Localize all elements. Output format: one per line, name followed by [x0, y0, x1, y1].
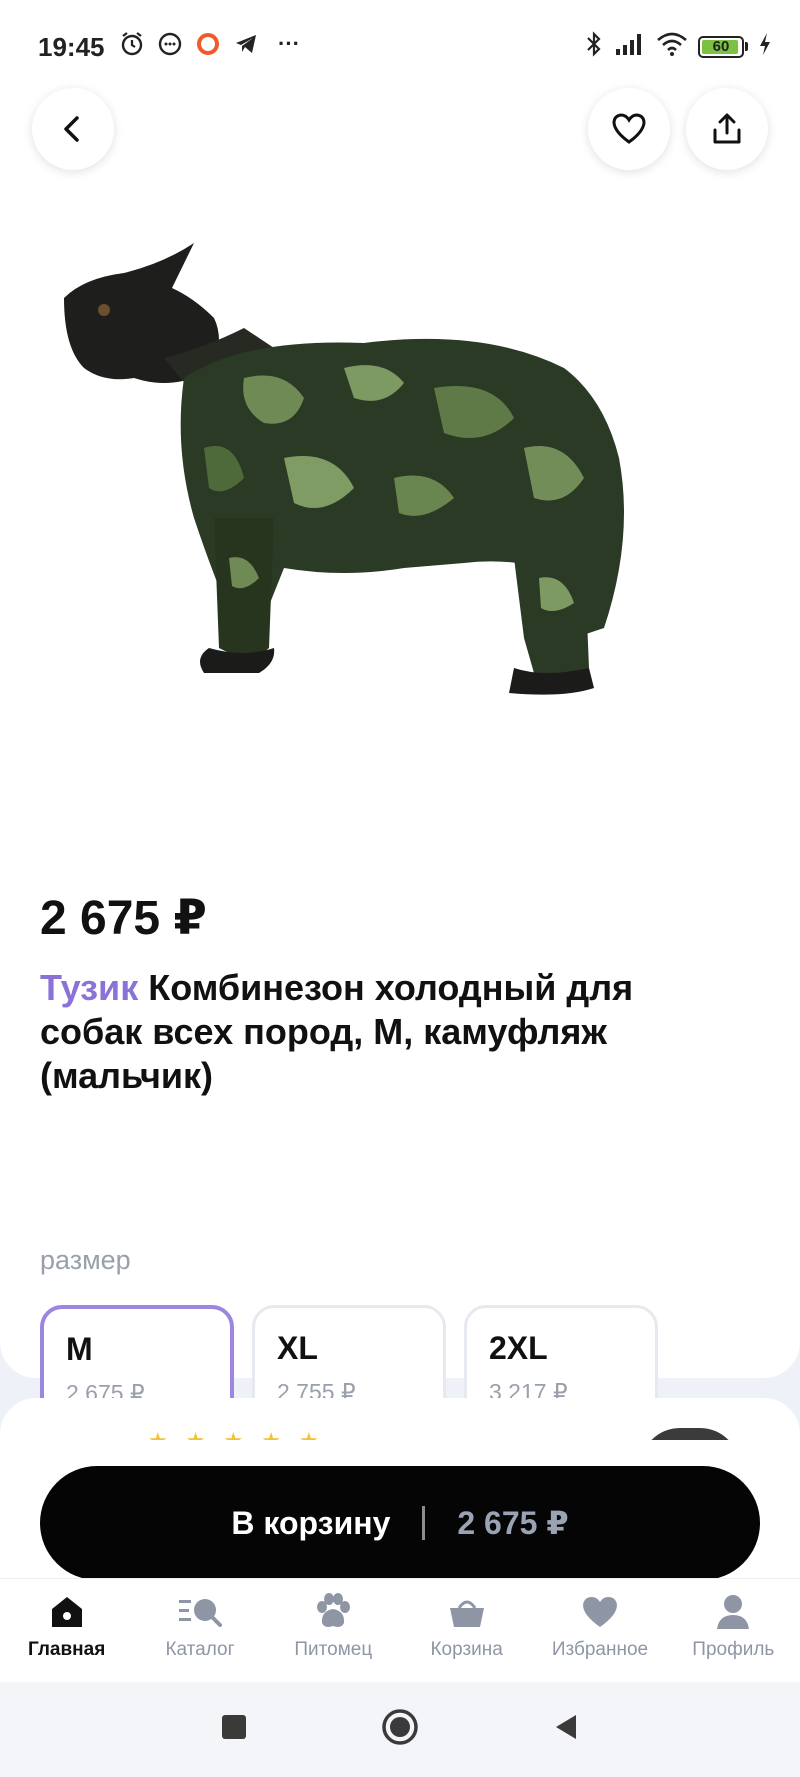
- nav-label: Корзина: [430, 1639, 503, 1660]
- signal-icon: [614, 31, 646, 62]
- nav-label: Каталог: [165, 1639, 235, 1660]
- add-to-cart-bar: В корзину 2 675 ₽: [0, 1440, 800, 1580]
- paw-icon: [313, 1589, 353, 1635]
- alarm-icon: [118, 30, 146, 58]
- square-icon: [222, 1715, 246, 1739]
- home-icon: [49, 1589, 85, 1635]
- nav-label: Избранное: [551, 1639, 649, 1660]
- size-name: M: [66, 1331, 93, 1367]
- wifi-icon: [656, 31, 688, 62]
- ring-icon: [194, 30, 222, 58]
- app-screen: 19:45 ··· 60 2 675 ₽ Тузик Комбинезон хо…: [0, 0, 800, 1777]
- battery-icon: 60: [698, 35, 748, 58]
- product-image[interactable]: [44, 218, 756, 828]
- add-to-cart-label: В корзину: [231, 1504, 391, 1541]
- nav-label: Питомец: [294, 1639, 373, 1660]
- catalog-search-icon: [177, 1589, 223, 1635]
- product-price: 2 675 ₽: [40, 892, 207, 945]
- triangle-back-icon: [556, 1715, 576, 1739]
- bluetooth-icon: [584, 30, 604, 63]
- bottom-navigation: Главная Каталог Питомец Корзина Избранно…: [0, 1578, 800, 1682]
- product-brand-link[interactable]: Тузик: [40, 967, 138, 1008]
- nav-item-home[interactable]: Главная: [0, 1579, 133, 1682]
- chevron-left-icon: [64, 116, 79, 142]
- share-icon: [713, 113, 741, 144]
- add-to-cart-button[interactable]: В корзину 2 675 ₽: [40, 1466, 760, 1580]
- telegram-icon: [232, 30, 260, 58]
- favorite-button[interactable]: [588, 88, 670, 170]
- product-title: Тузик Комбинезон холодный для собак всех…: [40, 966, 740, 1098]
- status-bar: 19:45 ··· 60: [0, 0, 800, 100]
- size-name: 2XL: [489, 1330, 548, 1366]
- size-name: XL: [277, 1330, 318, 1366]
- back-button[interactable]: [32, 88, 114, 170]
- heart-outline-icon: [612, 113, 646, 144]
- chat-icon: [156, 30, 184, 58]
- product-card: 2 675 ₽ Тузик Комбинезон холодный для со…: [0, 100, 800, 1429]
- cart-divider: [422, 1506, 426, 1540]
- recent-apps-button[interactable]: [220, 1713, 248, 1746]
- nav-item-cart[interactable]: Корзина: [400, 1579, 533, 1682]
- add-to-cart-price: 2 675 ₽: [457, 1505, 569, 1541]
- circle-icon: [382, 1709, 418, 1745]
- status-time: 19:45: [38, 32, 105, 62]
- nav-item-catalog[interactable]: Каталог: [133, 1579, 266, 1682]
- back-system-button[interactable]: [552, 1712, 580, 1747]
- heart-icon: [580, 1589, 620, 1635]
- size-label: размер: [40, 1245, 131, 1275]
- status-system-icons: 60: [584, 30, 772, 63]
- more-notifications: ···: [278, 31, 300, 56]
- charging-icon: [758, 31, 772, 62]
- nav-item-pet[interactable]: Питомец: [267, 1579, 400, 1682]
- nav-label: Профиль: [692, 1639, 775, 1660]
- nav-item-favorites[interactable]: Избранное: [533, 1579, 666, 1682]
- home-system-button[interactable]: [380, 1707, 420, 1752]
- status-notification-icons: ···: [118, 30, 300, 58]
- system-navigation: [0, 1682, 800, 1777]
- basket-icon: [447, 1589, 487, 1635]
- nav-label: Главная: [28, 1639, 106, 1660]
- dog-in-camouflage-jumpsuit-image: [44, 218, 756, 828]
- battery-percent: 60: [712, 37, 730, 55]
- nav-item-profile[interactable]: Профиль: [667, 1579, 800, 1682]
- share-button[interactable]: [686, 88, 768, 170]
- profile-icon: [715, 1589, 751, 1635]
